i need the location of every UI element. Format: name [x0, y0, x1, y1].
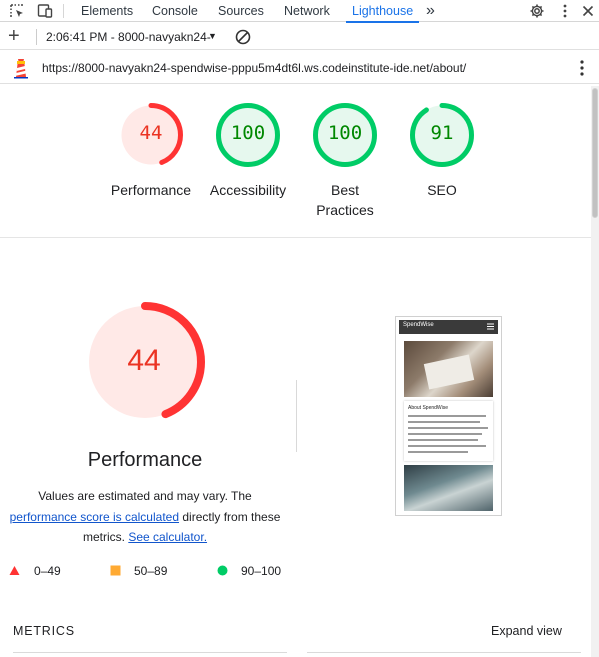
tab-sources[interactable]: Sources [218, 0, 264, 22]
audited-url: https://8000-navyakn24-spendwise-pppu5m4… [42, 61, 467, 75]
tab-console[interactable]: Console [152, 0, 198, 22]
more-tabs-button[interactable]: » [426, 0, 435, 22]
more-options-icon[interactable] [557, 3, 573, 19]
section-divider [296, 380, 297, 452]
expand-view-button[interactable]: Expand view [491, 624, 562, 638]
metrics-header: METRICS [13, 624, 75, 638]
tab-elements[interactable]: Elements [81, 0, 133, 22]
pass-circle-icon [217, 565, 228, 576]
scrollbar-thumb[interactable] [592, 88, 598, 218]
gauge-label-line: Best [330, 182, 359, 198]
thumbnail-hero-image [404, 341, 493, 397]
legend-range: 0–49 [34, 564, 61, 578]
gauge-seo[interactable]: 91 SEO [392, 102, 492, 200]
final-screenshot-thumbnail[interactable]: SpendWise About SpendWise [395, 316, 502, 516]
gauge-score: 91 [430, 122, 454, 144]
metric-divider [13, 652, 287, 653]
lighthouse-toolbar: + 2:06:41 PM - 8000-navyakn24- ▼ [0, 24, 599, 50]
desc-text: metrics. [82, 530, 125, 544]
gauge-score: 44 [139, 122, 163, 144]
desc-text: Values are estimated and may vary. The [38, 489, 252, 503]
settings-gear-icon[interactable] [529, 3, 545, 19]
gauge-label-line: Practices [316, 202, 374, 218]
performance-description: Values are estimated and may vary. The p… [0, 486, 290, 548]
average-square-icon [110, 565, 121, 576]
legend-range: 90–100 [241, 564, 282, 578]
thumbnail-brand: SpendWise [403, 322, 434, 328]
clear-reports-icon[interactable] [234, 28, 252, 46]
toolbar-separator [36, 29, 37, 45]
thumbnail-navbar: SpendWise [399, 320, 498, 334]
tab-separator [63, 4, 64, 18]
lighthouse-logo-icon [14, 59, 28, 79]
thumbnail-second-image [404, 465, 493, 511]
close-devtools-icon[interactable] [580, 3, 596, 19]
gauge-best-practices[interactable]: 100 Best Practices [295, 102, 395, 220]
gauge-label: Best Practices [295, 180, 395, 220]
inspect-element-icon[interactable] [9, 3, 25, 19]
hamburger-menu-icon [487, 323, 494, 330]
fail-triangle-icon [9, 566, 20, 575]
gauge-label: Performance [110, 182, 192, 198]
score-calculated-link[interactable]: performance score is calculated [10, 510, 179, 524]
report-url-bar: https://8000-navyakn24-spendwise-pppu5m4… [0, 51, 599, 84]
report-selector[interactable]: 2:06:41 PM - 8000-navyakn24- [46, 30, 211, 44]
device-toolbar-icon[interactable] [37, 3, 53, 19]
new-report-button[interactable]: + [8, 26, 20, 46]
metric-divider [307, 652, 581, 653]
see-calculator-link[interactable]: See calculator. [128, 530, 207, 544]
performance-title: Performance [87, 449, 203, 471]
tab-network[interactable]: Network [284, 0, 330, 22]
gauge-label: SEO [427, 182, 457, 198]
tab-lighthouse[interactable]: Lighthouse [345, 0, 420, 23]
score-gauges: 44 Performance 100 Accessibility 100 Bes… [0, 86, 591, 238]
thumbnail-about-card: About SpendWise [404, 401, 493, 461]
gauge-score: 100 [327, 122, 363, 144]
performance-score-large: 44 [127, 344, 161, 377]
gauge-accessibility[interactable]: 100 Accessibility [198, 102, 298, 200]
gauge-score: 100 [230, 122, 266, 144]
gauge-performance[interactable]: 44 Performance [101, 102, 201, 200]
thumbnail-card-title: About SpendWise [408, 405, 449, 411]
gauge-label: Accessibility [209, 182, 287, 198]
scrollbar[interactable] [591, 86, 599, 657]
legend-range: 50–89 [134, 564, 168, 578]
desc-text: directly from these [182, 509, 281, 524]
report-selector-caret-icon[interactable]: ▼ [208, 31, 217, 41]
devtools-tabbar: Elements Console Sources Network Lightho… [0, 0, 599, 23]
report-menu-icon[interactable] [578, 59, 586, 77]
